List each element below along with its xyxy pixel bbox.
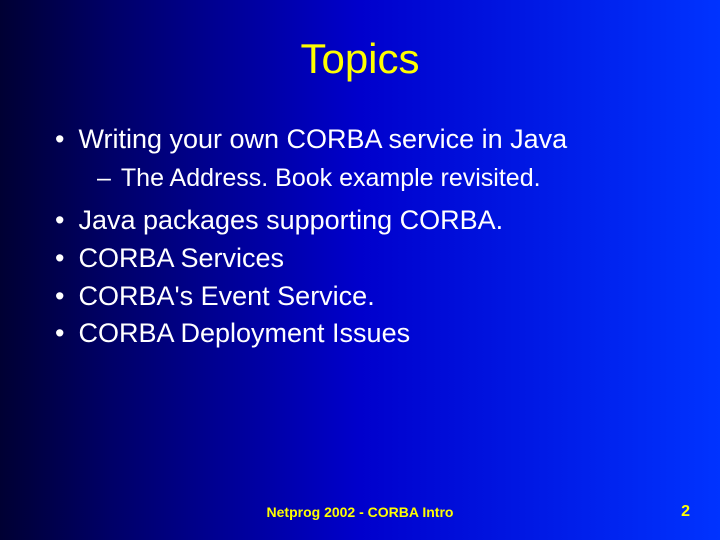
bullet-item: • Writing your own CORBA service in Java [55, 123, 680, 157]
footer: Netprog 2002 - CORBA Intro 2 [0, 504, 720, 520]
bullet-item: • CORBA's Event Service. [55, 280, 680, 314]
bullet-marker: • [55, 242, 64, 276]
sub-bullet-text: The Address. Book example revisited. [121, 163, 541, 194]
bullet-marker: • [55, 204, 64, 238]
bullet-marker: • [55, 317, 64, 351]
slide-title: Topics [0, 0, 720, 123]
sub-bullet-marker: – [97, 163, 111, 194]
bullet-text: CORBA Deployment Issues [78, 317, 680, 351]
footer-center-text: Netprog 2002 - CORBA Intro [267, 504, 454, 520]
bullet-item: • Java packages supporting CORBA. [55, 204, 680, 238]
bullet-text: CORBA's Event Service. [78, 280, 680, 314]
page-number: 2 [681, 503, 690, 521]
bullet-text: CORBA Services [78, 242, 680, 276]
bullet-marker: • [55, 123, 64, 157]
sub-bullet-item: – The Address. Book example revisited. [55, 163, 680, 194]
bullet-text: Java packages supporting CORBA. [78, 204, 680, 238]
bullet-item: • CORBA Deployment Issues [55, 317, 680, 351]
content-area: • Writing your own CORBA service in Java… [0, 123, 720, 351]
bullet-marker: • [55, 280, 64, 314]
bullet-text: Writing your own CORBA service in Java [78, 123, 680, 157]
bullet-item: • CORBA Services [55, 242, 680, 276]
